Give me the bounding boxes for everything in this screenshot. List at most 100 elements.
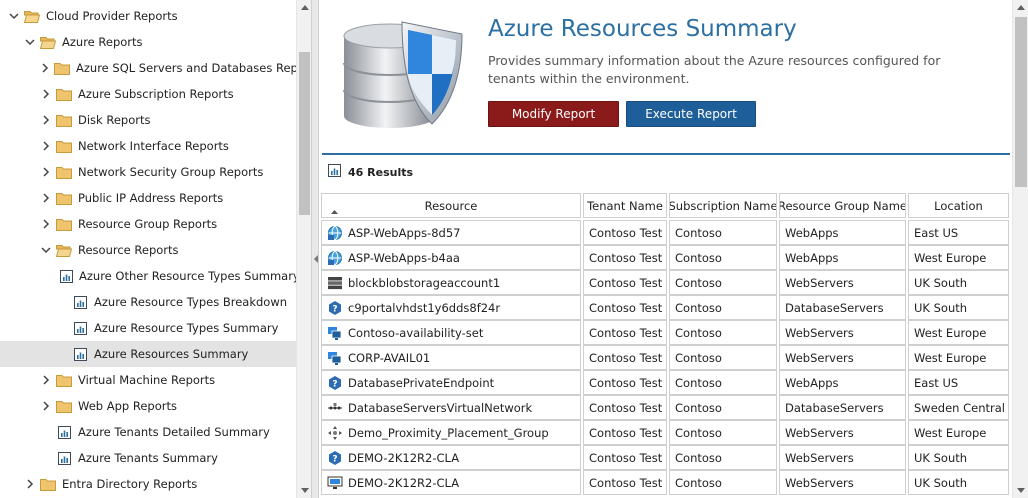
tree-item-label: Network Security Group Reports bbox=[78, 165, 264, 179]
resource-group-cell: WebServers bbox=[779, 445, 906, 470]
tree-item-public-ip-address-reports[interactable]: Public IP Address Reports bbox=[0, 185, 296, 211]
tree-item-entra-directory-reports[interactable]: Entra Directory Reports bbox=[0, 471, 296, 497]
tree-item-resource-group-reports[interactable]: Resource Group Reports bbox=[0, 211, 296, 237]
tree-item-azure-resources-summary[interactable]: Azure Resources Summary bbox=[0, 341, 296, 367]
tree-item-cloud-provider-reports[interactable]: Cloud Provider Reports bbox=[0, 3, 296, 29]
resource-cell: ASP-WebApps-b4aa bbox=[321, 245, 581, 270]
chevron-right-icon[interactable] bbox=[40, 88, 52, 100]
chevron-right-icon[interactable] bbox=[24, 478, 36, 490]
main-scrollbar[interactable] bbox=[1012, 0, 1028, 498]
resource-name: DatabasePrivateEndpoint bbox=[348, 375, 495, 390]
grid-header-row: Resource Tenant Name Subscription Name R… bbox=[321, 193, 1011, 218]
tree-item-resource-reports[interactable]: Resource Reports bbox=[0, 237, 296, 263]
table-row[interactable]: ? DatabasePrivateEndpoint Contoso Test Cont… bbox=[321, 370, 1011, 395]
scroll-up-arrow-icon[interactable] bbox=[297, 0, 312, 15]
chevron-right-icon[interactable] bbox=[40, 114, 52, 126]
chevron-right-icon[interactable] bbox=[40, 192, 52, 204]
subscription-name-cell: Contoso bbox=[669, 395, 777, 420]
scroll-up-arrow-icon[interactable] bbox=[1013, 0, 1028, 15]
tree-item-azure-sql-servers-and-databases-reports[interactable]: Azure SQL Servers and Databases Reports bbox=[0, 55, 296, 81]
tree-item-azure-tenants-summary[interactable]: Azure Tenants Summary bbox=[0, 445, 296, 471]
location-cell: UK South bbox=[908, 445, 1009, 470]
sort-ascending-icon[interactable] bbox=[331, 203, 338, 217]
svg-text:?: ? bbox=[332, 454, 337, 464]
subscription-name-cell: Contoso bbox=[669, 420, 777, 445]
chevron-right-icon[interactable] bbox=[40, 218, 52, 230]
table-row[interactable]: Contoso-availability-set Contoso Test Cont… bbox=[321, 320, 1011, 345]
modify-report-button[interactable]: Modify Report bbox=[488, 101, 619, 127]
splitter-grip-icon[interactable] bbox=[313, 252, 318, 266]
tree-item-web-app-reports[interactable]: Web App Reports bbox=[0, 393, 296, 419]
tree-item-virtual-machine-reports[interactable]: Virtual Machine Reports bbox=[0, 367, 296, 393]
report-chart-icon bbox=[328, 164, 341, 180]
table-row[interactable]: CORP-AVAIL01 Contoso Test Contoso WebServer… bbox=[321, 345, 1011, 370]
table-row[interactable]: ASP-WebApps-b4aa Contoso Test Contoso WebAp… bbox=[321, 245, 1011, 270]
unknown-resource-icon: ? bbox=[327, 450, 343, 466]
resource-group-cell: WebApps bbox=[779, 245, 906, 270]
subscription-name-cell: Contoso bbox=[669, 370, 777, 395]
column-header-resource-group-name[interactable]: Resource Group Name bbox=[779, 193, 906, 218]
tree-item-azure-subscription-reports[interactable]: Azure Subscription Reports bbox=[0, 81, 296, 107]
tree-item-azure-resource-types-breakdown[interactable]: Azure Resource Types Breakdown bbox=[0, 289, 296, 315]
report-icon bbox=[56, 425, 72, 439]
scroll-down-arrow-icon[interactable] bbox=[297, 483, 312, 498]
header-divider bbox=[322, 153, 1010, 155]
tree-item-label: Azure Reports bbox=[62, 35, 143, 49]
tree-item-disk-reports[interactable]: Disk Reports bbox=[0, 107, 296, 133]
folder-icon bbox=[40, 477, 56, 491]
column-header-resource[interactable]: Resource bbox=[321, 193, 581, 218]
resource-cell: DEMO-2K12R2-CLA bbox=[321, 470, 581, 495]
tree-item-azure-resource-types-summary[interactable]: Azure Resource Types Summary bbox=[0, 315, 296, 341]
resource-group-cell: WebServers bbox=[779, 345, 906, 370]
location-cell: UK South bbox=[908, 270, 1009, 295]
availability-set-icon bbox=[327, 325, 343, 341]
chevron-down-icon[interactable] bbox=[24, 36, 36, 48]
scroll-down-arrow-icon[interactable] bbox=[1013, 483, 1028, 498]
chevron-right-icon[interactable] bbox=[40, 62, 50, 74]
resource-name: DatabaseServersVirtualNetwork bbox=[348, 400, 533, 415]
chevron-down-icon[interactable] bbox=[40, 244, 52, 256]
column-header-subscription-name[interactable]: Subscription Name bbox=[669, 193, 777, 218]
column-header-tenant-name[interactable]: Tenant Name bbox=[583, 193, 667, 218]
table-row[interactable]: DatabaseServersVirtualNetwork Contoso Tes… bbox=[321, 395, 1011, 420]
tree-item-azure-reports[interactable]: Azure Reports bbox=[0, 29, 296, 55]
chevron-right-icon[interactable] bbox=[40, 400, 52, 412]
table-row[interactable]: ? DEMO-2K12R2-CLA Contoso Test Contoso WebSe… bbox=[321, 445, 1011, 470]
chevron-right-icon[interactable] bbox=[40, 166, 52, 178]
main-scrollbar-thumb[interactable] bbox=[1015, 17, 1027, 187]
table-row[interactable]: ? c9portalvhdst1y6dds8f24r Contoso Test Con… bbox=[321, 295, 1011, 320]
resource-group-cell: WebServers bbox=[779, 420, 906, 445]
tree-scrollbar-thumb[interactable] bbox=[299, 52, 310, 215]
virtual-network-icon bbox=[327, 400, 343, 416]
subscription-name-cell: Contoso bbox=[669, 345, 777, 370]
table-row[interactable]: DEMO-2K12R2-CLA Contoso Test Contoso WebSer… bbox=[321, 470, 1011, 495]
table-row[interactable]: blockblobstorageaccount1 Contoso Test Cont… bbox=[321, 270, 1011, 295]
tree-item-label: Azure Resource Types Breakdown bbox=[94, 295, 288, 309]
subscription-name-cell: Contoso bbox=[669, 270, 777, 295]
chevron-right-icon[interactable] bbox=[40, 374, 52, 386]
column-header-location[interactable]: Location bbox=[908, 193, 1009, 218]
table-row[interactable]: ASP-WebApps-8d57 Contoso Test Contoso WebAp… bbox=[321, 220, 1011, 245]
location-cell: East US bbox=[908, 370, 1009, 395]
tenant-name-cell: Contoso Test bbox=[583, 320, 667, 345]
tree-item-network-security-group-reports[interactable]: Network Security Group Reports bbox=[0, 159, 296, 185]
web-app-icon bbox=[327, 225, 343, 241]
tree-item-azure-other-resource-types-summary[interactable]: Azure Other Resource Types Summary bbox=[0, 263, 296, 289]
location-cell: UK South bbox=[908, 470, 1009, 495]
tree-item-label: Azure Tenants Summary bbox=[78, 451, 218, 465]
tree-item-azure-tenants-detailed-summary[interactable]: Azure Tenants Detailed Summary bbox=[0, 419, 296, 445]
execute-report-button[interactable]: Execute Report bbox=[626, 101, 756, 127]
pane-splitter[interactable] bbox=[311, 0, 319, 498]
tenant-name-cell: Contoso Test bbox=[583, 220, 667, 245]
chevron-right-icon[interactable] bbox=[40, 140, 52, 152]
tree-item-network-interface-reports[interactable]: Network Interface Reports bbox=[0, 133, 296, 159]
subscription-name-cell: Contoso bbox=[669, 295, 777, 320]
tree-scrollbar[interactable] bbox=[296, 0, 311, 498]
chevron-down-icon[interactable] bbox=[8, 10, 20, 22]
table-row[interactable]: Demo_Proximity_Placement_Group Contoso Te… bbox=[321, 420, 1011, 445]
folder-icon bbox=[56, 191, 72, 205]
tree-item-label: Network Interface Reports bbox=[78, 139, 229, 153]
